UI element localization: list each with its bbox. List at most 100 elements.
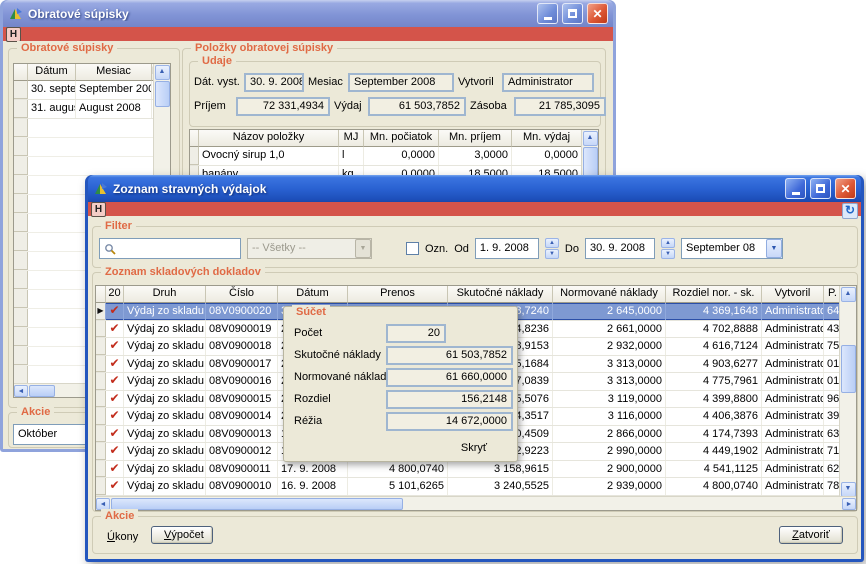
group-akcie-front: Akcie Úkony Výpočet Zatvoriť: [92, 516, 858, 554]
column-header-vydaj[interactable]: Mn. výdaj: [512, 130, 582, 147]
spin-down-icon[interactable]: ▼: [545, 249, 559, 259]
refresh-icon[interactable]: ↻: [842, 203, 858, 219]
zatvorit-button[interactable]: Zatvoriť: [779, 526, 843, 544]
date-from-spinner[interactable]: ▲ ▼: [545, 238, 559, 259]
month-dropdown[interactable]: September 08 ▼: [681, 238, 783, 259]
scroll-up-icon[interactable]: ▲: [583, 131, 598, 146]
column-header-nazov[interactable]: Názov položky: [199, 130, 339, 147]
check-icon: ✔: [109, 391, 120, 406]
hide-button[interactable]: Skryť: [461, 442, 487, 454]
scroll-up-icon[interactable]: ▲: [155, 65, 170, 80]
category-dropdown[interactable]: -- Všetky -- ▼: [247, 238, 372, 259]
maximize-button[interactable]: [810, 178, 831, 199]
column-header-mesiac[interactable]: Mesiac: [76, 64, 152, 81]
scroll-up-icon[interactable]: ▲: [841, 287, 856, 302]
field-label: Príjem: [194, 100, 232, 112]
check-icon: ✔: [109, 478, 120, 493]
search-icon: [104, 243, 116, 255]
titlebar[interactable]: Zoznam stravných výdajok ✕: [88, 175, 861, 202]
row-pointer-icon: [14, 100, 28, 118]
scroll-right-icon[interactable]: ►: [842, 498, 856, 510]
column-header-mj[interactable]: MJ: [339, 130, 364, 147]
check-icon: ✔: [109, 426, 120, 441]
column-header-rozdiel[interactable]: Rozdiel nor. - sk.: [666, 286, 762, 303]
close-button[interactable]: ✕: [835, 178, 856, 199]
maximize-icon: [816, 184, 825, 193]
date-from-input[interactable]: 1. 9. 2008: [475, 238, 539, 259]
column-header-normovane[interactable]: Normované náklady: [553, 286, 666, 303]
column-header-druh[interactable]: Druh: [124, 286, 206, 303]
popup-title: Súčet: [292, 305, 330, 320]
spin-up-icon[interactable]: ▲: [545, 238, 559, 248]
table-row[interactable]: 31. august 2008 August 2008 0: [14, 100, 170, 119]
popup-field-value: 20: [386, 324, 446, 343]
window-title: Zoznam stravných výdajok: [113, 182, 781, 196]
field-label: Výdaj: [334, 100, 364, 112]
row-pointer-icon: [14, 81, 28, 99]
do-label: Do: [565, 243, 579, 255]
check-icon: ✔: [109, 461, 120, 476]
ozn-checkbox[interactable]: [406, 242, 419, 255]
maximize-button[interactable]: [562, 3, 583, 24]
help-button[interactable]: H: [6, 27, 21, 42]
column-header-cislo[interactable]: Číslo: [206, 286, 278, 303]
column-header-vytvoril[interactable]: Vytvoril: [762, 286, 824, 303]
help-button[interactable]: H: [91, 202, 106, 217]
vydaj-field: 61 503,7852: [368, 97, 466, 116]
check-icon: ✔: [109, 338, 120, 353]
check-icon: ✔: [109, 356, 120, 371]
horizontal-scrollbar[interactable]: ◄ ►: [96, 496, 856, 510]
spin-down-icon[interactable]: ▼: [661, 249, 675, 259]
popup-field-value: 14 672,0000: [386, 412, 513, 431]
group-label: Obratové súpisky: [17, 41, 117, 56]
field-label: Zásoba: [470, 100, 510, 112]
app-icon: [8, 6, 24, 22]
column-header-checked[interactable]: 20: [106, 286, 124, 303]
popup-row: Normované náklady 61 660,0000: [284, 367, 517, 389]
sucet-popup: Súčet Počet 20 Skutočné náklady 61 503,7…: [283, 306, 518, 462]
scrollbar-thumb[interactable]: [841, 345, 856, 393]
column-header-prenos[interactable]: Prenos: [348, 286, 448, 303]
row-pointer-icon: [96, 443, 106, 460]
dat-vyst-field: 30. 9. 2008: [244, 73, 304, 92]
minimize-button[interactable]: [537, 3, 558, 24]
table-row[interactable]: ✔ Výdaj zo skladu 08V0900011 17. 9. 2008…: [96, 461, 856, 479]
table-row[interactable]: ✔ Výdaj zo skladu 08V0900010 16. 9. 2008…: [96, 478, 856, 496]
toolbar-strip: H ↻: [88, 202, 861, 216]
row-pointer-icon: [96, 373, 106, 390]
row-pointer-icon: [96, 321, 106, 338]
popup-row: Počet 20: [284, 323, 517, 345]
close-button[interactable]: ✕: [587, 3, 608, 24]
scrollbar-thumb[interactable]: [155, 81, 170, 107]
chevron-down-icon: ▼: [766, 239, 782, 258]
vypocet-button[interactable]: Výpočet: [151, 526, 213, 544]
row-pointer-icon: [96, 461, 106, 478]
column-header-datum[interactable]: Dátum: [28, 64, 76, 81]
scrollbar-thumb[interactable]: [583, 147, 598, 177]
vertical-scrollbar[interactable]: ▲ ▼: [839, 286, 856, 498]
column-header-prijem[interactable]: Mn. príjem: [439, 130, 512, 147]
window-body: H ↻ Filter -- Všetky -- ▼: [88, 202, 861, 559]
scroll-down-icon[interactable]: ▼: [841, 482, 856, 497]
minimize-button[interactable]: [785, 178, 806, 199]
titlebar[interactable]: Obratové súpisky ✕: [3, 0, 613, 27]
column-header-skutocne[interactable]: Skutočné náklady: [448, 286, 553, 303]
spin-up-icon[interactable]: ▲: [661, 238, 675, 248]
row-pointer-icon: [96, 356, 106, 373]
column-header-datum[interactable]: Dátum: [278, 286, 348, 303]
date-to-spinner[interactable]: ▲ ▼: [661, 238, 675, 259]
scrollbar-thumb[interactable]: [29, 385, 55, 397]
zasoba-field: 21 785,3095: [514, 97, 606, 116]
table-row[interactable]: 30. september 2008 September 2008 4: [14, 81, 170, 100]
search-input[interactable]: [99, 238, 241, 259]
popup-rows: Počet 20 Skutočné náklady 61 503,7852 No…: [284, 307, 517, 433]
minimize-icon: [544, 17, 552, 20]
popup-field-label: Skutočné náklady: [294, 349, 381, 361]
date-to-input[interactable]: 30. 9. 2008: [585, 238, 655, 259]
ukony-button[interactable]: Úkony: [107, 531, 138, 543]
table-row[interactable]: Ovocný sirup 1,0 l 0,0000 3,0000 0,0000: [190, 147, 598, 166]
scroll-left-icon[interactable]: ◄: [96, 498, 110, 510]
column-header-pociatok[interactable]: Mn. počiatok: [364, 130, 439, 147]
scroll-left-icon[interactable]: ◄: [14, 385, 28, 397]
scrollbar-thumb[interactable]: [111, 498, 403, 510]
